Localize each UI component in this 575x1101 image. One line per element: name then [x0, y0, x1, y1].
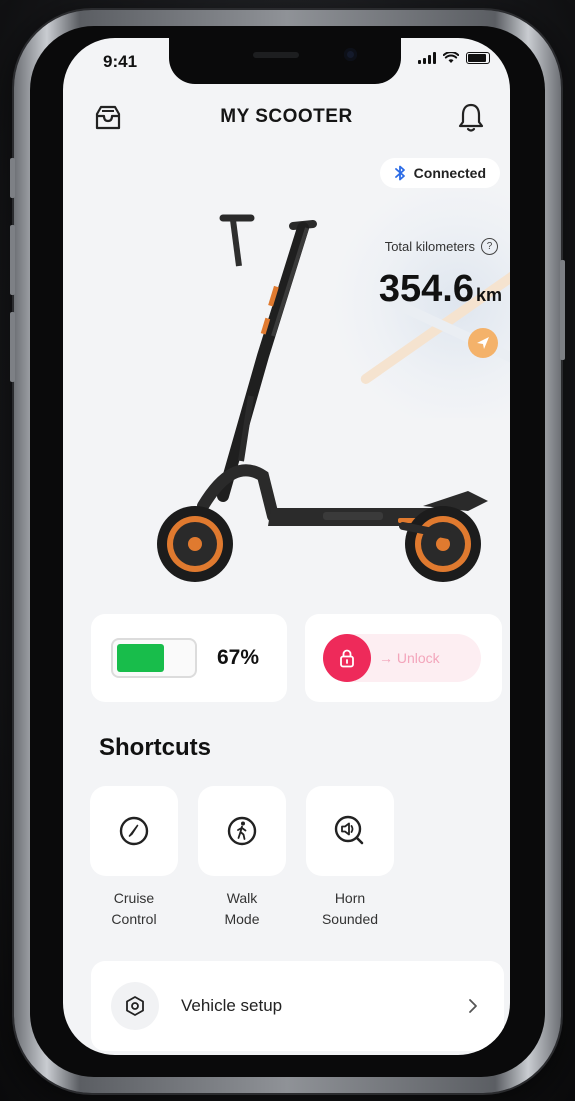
phone-side-button-mute: [10, 158, 15, 198]
bell-icon[interactable]: [456, 102, 486, 134]
speedometer-icon: [119, 816, 149, 846]
phone-side-button-volume-down: [10, 312, 15, 382]
shortcut-label: Cruise Control: [111, 890, 157, 927]
walking-person-icon: [227, 816, 257, 846]
battery-card: 67%: [91, 614, 287, 702]
shortcuts-heading: Shortcuts: [99, 734, 212, 761]
phone-side-button-power: [560, 260, 565, 360]
vehicle-setup-row[interactable]: Vehicle setup: [91, 961, 504, 1051]
connection-status-label: Connected: [413, 165, 486, 181]
padlock-icon: [340, 649, 354, 668]
shortcut-label: Horn Sounded: [321, 890, 379, 927]
unlock-slider[interactable]: → Unlock: [323, 634, 481, 682]
shortcut-horn[interactable]: Horn Sounded: [306, 786, 394, 930]
notch-speaker: [253, 52, 299, 58]
front-camera: [344, 48, 357, 61]
page-title: MY SCOOTER: [220, 106, 353, 127]
phone-side-button-volume-up: [10, 225, 15, 295]
phone-notch: [169, 38, 401, 84]
shortcut-button[interactable]: [306, 786, 394, 876]
bluetooth-icon: [394, 165, 405, 181]
shortcut-cruise-control[interactable]: Cruise Control: [90, 786, 178, 930]
unlock-label: → Unlock: [379, 650, 440, 666]
connection-status-badge: Connected: [379, 158, 500, 188]
shortcut-button[interactable]: [90, 786, 178, 876]
vehicle-setup-label: Vehicle setup: [181, 996, 283, 1015]
status-battery-icon: [466, 52, 490, 64]
shortcut-button[interactable]: [198, 786, 286, 876]
lock-knob[interactable]: [323, 634, 371, 682]
horn-speaker-icon: [334, 815, 364, 845]
shortcut-walk-mode[interactable]: Walk Mode: [198, 786, 286, 930]
shortcut-label: Walk Mode: [224, 890, 260, 927]
battery-percent: 67%: [217, 646, 260, 669]
chevron-right-icon: [469, 999, 477, 1013]
battery-level-fill: [117, 644, 164, 672]
scooter-image: [157, 214, 488, 582]
app-screen: 9:41 MY SCOOTER Connected Total kilomete…: [63, 38, 510, 1055]
wifi-icon: [443, 52, 459, 63]
hexagon-nut-icon: [111, 982, 159, 1030]
lock-card: → Unlock: [305, 614, 502, 702]
status-time: 9:41: [103, 52, 138, 71]
cellular-signal-icon: [418, 52, 436, 64]
status-icons: [418, 52, 490, 64]
battery-level-icon: [111, 638, 197, 678]
